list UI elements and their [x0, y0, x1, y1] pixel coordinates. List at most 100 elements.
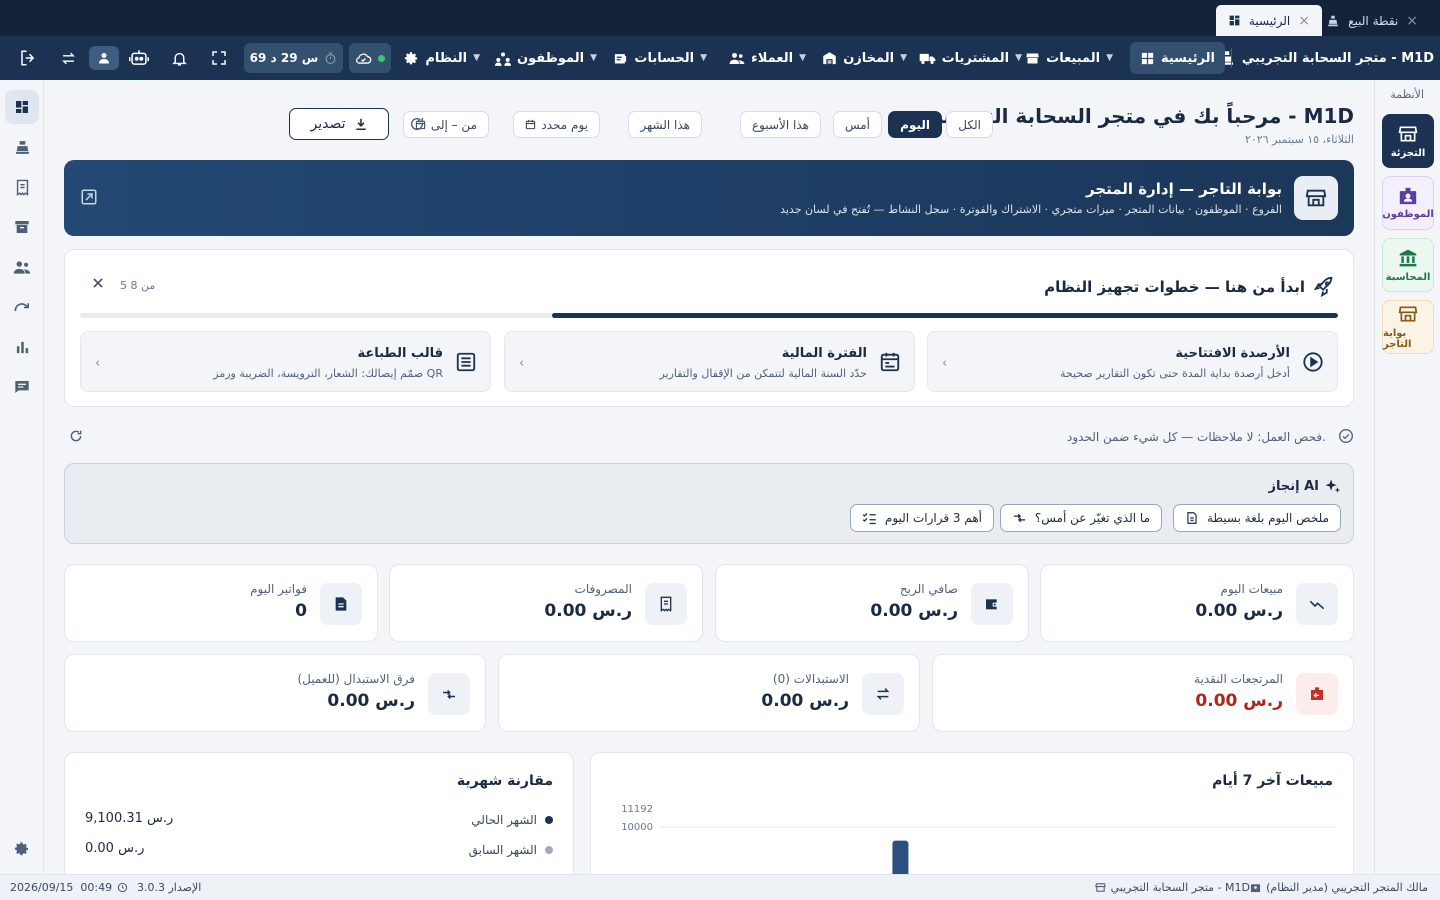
- nav-purchases[interactable]: المشتريات ▼: [909, 42, 1032, 74]
- trend-icon: [1296, 583, 1338, 625]
- stat-card-today-invoices[interactable]: فواتير اليوم 0: [64, 564, 378, 642]
- robot-icon: [129, 50, 149, 65]
- sync-status-button[interactable]: [349, 43, 391, 73]
- chevron-left-icon: ‹: [95, 356, 101, 371]
- ai-action-what-changed[interactable]: ما الذي تغيّر عن أمس؟: [999, 504, 1162, 532]
- system-accounting[interactable]: المحاسبة: [1382, 238, 1434, 292]
- filter-all[interactable]: الكل: [946, 111, 993, 138]
- filter-today[interactable]: اليوم: [888, 111, 942, 138]
- open-external-icon[interactable]: [80, 188, 98, 206]
- nav-system[interactable]: النظام ▼: [394, 42, 490, 74]
- stat-value: 0.00 ر.س: [1195, 691, 1283, 711]
- ledger-icon: [615, 53, 627, 63]
- user-profile-button[interactable]: [89, 46, 119, 70]
- sparkles-icon: [1324, 478, 1341, 495]
- bank-icon: [1399, 249, 1417, 266]
- y-tick-label: 10000: [621, 822, 653, 833]
- id-badge-icon: [1399, 187, 1417, 204]
- invoices-shortcut[interactable]: [10, 175, 34, 199]
- returns-shortcut[interactable]: [10, 295, 34, 319]
- nav-home[interactable]: الرئيسية: [1129, 42, 1225, 74]
- setup-step-desc: أدخل أرصدة بداية المدة حتى تكون التقارير…: [1060, 367, 1290, 380]
- stat-card-expenses[interactable]: المصروفات 0.00 ر.س: [389, 564, 703, 642]
- chart-bar[interactable]: [892, 840, 909, 874]
- tab-pos[interactable]: نقطة البيع ×: [1314, 5, 1430, 36]
- tab-home[interactable]: الرئيسية ×: [1215, 5, 1322, 36]
- stat-value: 0.00 ر.س: [870, 601, 958, 621]
- filter-this-week[interactable]: هذا الأسبوع: [740, 111, 821, 138]
- settings-shortcut[interactable]: [10, 837, 34, 861]
- nav-purchases-label: المشتريات: [941, 50, 1010, 66]
- store-icon: [1305, 189, 1327, 207]
- ai-action-daily-summary[interactable]: ملخص اليوم بلغة بسيطة: [1172, 504, 1341, 532]
- export-button[interactable]: تصدير: [289, 108, 389, 140]
- archive-icon: [15, 221, 29, 233]
- nav-sales-label: المبيعات: [1046, 50, 1101, 66]
- pos-shortcut[interactable]: [10, 135, 34, 159]
- setup-progress-fill: [551, 313, 1338, 318]
- setup-step-fiscal-period[interactable]: الفترة المالية حدّد السنة المالية لتتمكن…: [504, 331, 915, 392]
- close-icon[interactable]: [91, 276, 105, 290]
- merchant-portal-banner[interactable]: بوابة التاجر — إدارة المتجر الفروع · الم…: [64, 160, 1354, 236]
- systems-rail: الأنظمة التجزئة الموظفون المحاسبة بوابة …: [1374, 80, 1440, 874]
- stat-card-exchange-difference[interactable]: فرق الاستبدال (للعميل) 0.00 ر.س: [64, 654, 486, 732]
- stat-card-cash-returns[interactable]: المرتجعات النقدية 0.00 ر.س: [932, 654, 1354, 732]
- dashboard-shortcut[interactable]: [5, 90, 39, 124]
- system-hr[interactable]: الموظفون: [1382, 176, 1434, 230]
- filter-yesterday[interactable]: أمس: [832, 111, 882, 138]
- chevron-down-icon: ▼: [900, 53, 907, 63]
- reports-shortcut[interactable]: [10, 335, 34, 359]
- customers-shortcut[interactable]: [10, 255, 34, 279]
- setup-step-opening-balances[interactable]: الأرصدة الافتتاحية أدخل أرصدة بداية المد…: [927, 331, 1338, 392]
- calendar-icon: [879, 351, 901, 373]
- nav-customers[interactable]: العملاء ▼: [719, 42, 816, 74]
- tab-home-label: الرئيسية: [1248, 13, 1291, 28]
- setup-step-print-template[interactable]: قالب الطباعة صمّم إيصالك: الشعار، التروي…: [80, 331, 491, 392]
- system-merchant-portal[interactable]: بوابة التاجر: [1382, 300, 1434, 354]
- nav-warehouses[interactable]: المخازن ▼: [812, 42, 917, 74]
- calendar-icon: [526, 119, 536, 130]
- statusbar-user: مالك المتجر التجريبي (مدير النظام): [1250, 881, 1428, 894]
- stat-value: 0.00 ر.س: [327, 691, 415, 711]
- stat-card-net-profit[interactable]: صافي الربح 0.00 ر.س: [715, 564, 1029, 642]
- fullscreen-button[interactable]: [207, 46, 231, 70]
- stat-card-exchanges[interactable]: الاستبدالات (0) 0.00 ر.س: [498, 654, 920, 732]
- filter-this-week-label: هذا الأسبوع: [752, 117, 809, 132]
- clock-icon: [117, 882, 128, 893]
- system-merchant-portal-label: بوابة التاجر: [1383, 328, 1412, 350]
- store-icon: [1398, 126, 1418, 141]
- nav-employees[interactable]: الموظفون ▼: [485, 42, 607, 74]
- messages-shortcut[interactable]: [10, 375, 34, 399]
- nav-home-label: الرئيسية: [1160, 50, 1215, 66]
- health-refresh-button[interactable]: [69, 429, 83, 443]
- logout-button[interactable]: [16, 46, 40, 70]
- y-tick-label: 11192: [621, 804, 653, 815]
- notifications-button[interactable]: [167, 46, 191, 70]
- stat-label: المصروفات: [574, 582, 632, 596]
- nav-accounts[interactable]: الحسابات ▼: [603, 42, 717, 74]
- ai-action-top-decisions[interactable]: أهم 3 قرارات اليوم: [849, 504, 994, 532]
- logout-icon: [21, 50, 35, 66]
- nav-system-label: النظام: [425, 50, 468, 66]
- switch-branch-button[interactable]: [56, 46, 80, 70]
- inventory-shortcut[interactable]: [10, 215, 34, 239]
- fullscreen-icon: [212, 51, 226, 65]
- stat-card-today-sales[interactable]: مبيعات اليوم 0.00 ر.س: [1040, 564, 1354, 642]
- stat-label: فرق الاستبدال (للعميل): [297, 672, 415, 686]
- tab-pos-close-icon[interactable]: ×: [1406, 14, 1418, 28]
- filter-specific-day[interactable]: يوم محدد: [513, 111, 600, 138]
- document-icon: [1187, 512, 1197, 524]
- assistant-bot-button[interactable]: [127, 46, 151, 70]
- chevron-left-icon: ‹: [519, 356, 525, 371]
- shift-timer[interactable]: 69 س 29 د: [244, 43, 343, 73]
- dashboard-icon: [16, 101, 28, 113]
- check-circle-icon: [1338, 428, 1354, 444]
- system-retail[interactable]: التجزئة: [1382, 114, 1434, 168]
- compare-arrows-icon: [1013, 513, 1025, 523]
- tab-home-close-icon[interactable]: ×: [1298, 14, 1310, 28]
- filter-this-month[interactable]: هذا الشهر: [628, 111, 702, 138]
- refresh-button[interactable]: [409, 116, 425, 132]
- sync-status-dot: [378, 54, 385, 62]
- monthly-row-label: الشهر السابق: [468, 843, 537, 857]
- setup-step-desc: صمّم إيصالك: الشعار، الترويسة، الضريبة و…: [213, 367, 443, 380]
